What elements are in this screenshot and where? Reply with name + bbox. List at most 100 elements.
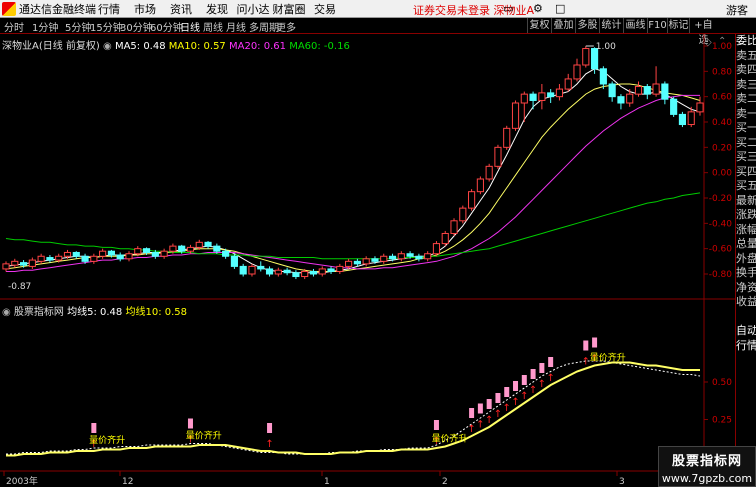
candle-body: [345, 260, 353, 267]
menu-faxian[interactable]: 发现: [199, 1, 235, 17]
btn-fuquan[interactable]: 复权: [527, 18, 551, 33]
x-tick-label: 12: [122, 477, 133, 487]
sub-y-tick-label: 0.25: [712, 416, 732, 426]
sidebar-item[interactable]: 买五: [736, 179, 756, 194]
candle-body: [397, 253, 405, 260]
expand-icon[interactable]: ⌃: [718, 36, 726, 47]
high-marker-label: 1.00: [596, 42, 616, 52]
btn-tongji[interactable]: 统计: [599, 18, 623, 33]
sidebar-item[interactable]: 最新: [736, 194, 756, 209]
candle-body: [11, 260, 19, 266]
sub-chart-legend: ◉ 股票指标网 均线5: 0.48 均线10: 0.58: [2, 303, 187, 318]
settings-icon[interactable]: ⚙: [533, 2, 543, 15]
sidebar-item[interactable]: 买一: [736, 121, 756, 136]
main-chart-legend: 深物业A(日线 前复权) ◉ MA5: 0.48 MA10: 0.57 MA20…: [2, 37, 350, 52]
candle-body: [643, 86, 651, 95]
sidebar-item[interactable]: 外盘: [736, 252, 756, 267]
quote-sidebar: 委比 卖五 卖四 卖三 卖二 卖一 买一 买二 买三 买四 买五 最新 涨跌 涨幅 总量 外盘 换手 净资 收益自动…: [735, 34, 756, 487]
period-more[interactable]: 更多: [276, 19, 296, 34]
y-tick-label: -0.20: [709, 194, 733, 204]
stock-chart[interactable]: 1.00 0.80 0.60 0.40 0.20 0.00 -0.20 -0.40 -0.60 -…: [0, 34, 735, 487]
candle-body: [125, 253, 133, 260]
ma60-label: MA60: -0.16: [289, 41, 350, 52]
sidebar-item[interactable]: 卖一: [736, 107, 756, 122]
sidebar-item[interactable]: 自动: [736, 324, 756, 339]
y-tick-label: -0.80: [709, 270, 733, 280]
period-daily[interactable]: 日线: [180, 19, 200, 34]
x-tick-label: 2003年: [6, 475, 38, 487]
signal-bar: [583, 340, 589, 351]
btn-f10[interactable]: F10: [647, 18, 667, 33]
sidebar-item[interactable]: 涨幅: [736, 223, 756, 238]
btn-diejia[interactable]: 叠加: [551, 18, 575, 33]
sidebar-item[interactable]: 卖三: [736, 78, 756, 93]
guest-user[interactable]: 游客: [726, 2, 748, 18]
sidebar-item[interactable]: 买三: [736, 150, 756, 165]
period-fenshi[interactable]: 分时: [4, 19, 24, 34]
ma-line-ma60: [5, 192, 701, 260]
candle-body: [415, 255, 423, 260]
sidebar-item[interactable]: 行情: [736, 339, 756, 354]
btn-duogu[interactable]: 多股: [575, 18, 599, 33]
candle-body: [485, 165, 493, 180]
sidebar-item[interactable]: 买二: [736, 136, 756, 151]
menu-caifuquan[interactable]: 财富圈: [271, 1, 307, 17]
candle-body: [204, 241, 212, 247]
btn-huaxian[interactable]: 画线: [623, 18, 647, 33]
signal-arrow-icon: ↑: [511, 397, 519, 408]
diamond-icon[interactable]: ◇: [704, 37, 712, 48]
candle-body: [661, 83, 669, 100]
period-weekly[interactable]: 周线: [203, 19, 223, 34]
login-status[interactable]: 证券交易未登录 深物业A: [413, 2, 534, 18]
sidebar-item[interactable]: 净资: [736, 281, 756, 296]
period-multi[interactable]: 多周期: [249, 19, 279, 34]
candle-body: [608, 83, 616, 98]
sidebar-item[interactable]: 买四: [736, 165, 756, 180]
sidebar-item[interactable]: 换手: [736, 266, 756, 281]
candle-body: [178, 245, 186, 252]
sidebar-item[interactable]: [736, 310, 756, 325]
candle-body: [283, 269, 291, 274]
candle-body: [450, 220, 458, 234]
period-5min[interactable]: 5分钟: [65, 19, 91, 34]
sidebar-item[interactable]: 卖五: [736, 49, 756, 64]
app-logo-icon: [2, 1, 16, 16]
candle-body: [696, 102, 704, 113]
menu-wenxiaoda[interactable]: 问小达: [235, 1, 271, 17]
candle-body: [239, 265, 247, 275]
btn-zixuan[interactable]: +自选: [689, 18, 717, 46]
period-15min[interactable]: 15分钟: [90, 19, 123, 34]
sidebar-item[interactable]: 卖四: [736, 63, 756, 78]
candle-body: [678, 113, 687, 126]
candle-body: [309, 270, 318, 275]
indicator-dot-icon[interactable]: ◉: [103, 41, 112, 52]
sidebar-item[interactable]: 委比: [736, 34, 756, 49]
menu-hangqing[interactable]: 行情: [91, 1, 127, 17]
menu-shichang[interactable]: 市场: [127, 1, 163, 17]
candle-body: [107, 250, 115, 256]
signal-text: 量价齐升: [89, 434, 125, 446]
btn-biaoji[interactable]: 标记: [667, 18, 689, 33]
candle-body: [222, 250, 230, 257]
sub-indicator-icon[interactable]: ◉: [2, 307, 11, 318]
sidebar-item[interactable]: 收益: [736, 295, 756, 310]
candle-body: [160, 250, 168, 257]
restore-icon[interactable]: □: [555, 2, 565, 15]
y-tick-label: -0.60: [709, 245, 733, 255]
menu-zixun[interactable]: 资讯: [163, 1, 199, 17]
ma-line-ma20: [6, 94, 700, 272]
ma5-sub-label: 均线5: 0.48: [67, 307, 123, 318]
period-30min[interactable]: 30分钟: [120, 19, 153, 34]
sidebar-item[interactable]: 涨跌: [736, 208, 756, 223]
period-60min[interactable]: 60分钟: [150, 19, 183, 34]
x-tick-label: 1: [324, 477, 330, 487]
sidebar-item[interactable]: 卖二: [736, 92, 756, 107]
sidebar-item[interactable]: 总量: [736, 237, 756, 252]
menu-jiaoyi[interactable]: 交易: [307, 1, 343, 17]
y-tick-label: 0.00: [712, 169, 732, 179]
candle-body: [301, 270, 309, 278]
candle-body: [353, 260, 361, 265]
period-1min[interactable]: 1分钟: [32, 19, 58, 34]
period-monthly[interactable]: 月线: [226, 19, 246, 34]
minimize-icon[interactable]: ▭: [503, 2, 513, 15]
